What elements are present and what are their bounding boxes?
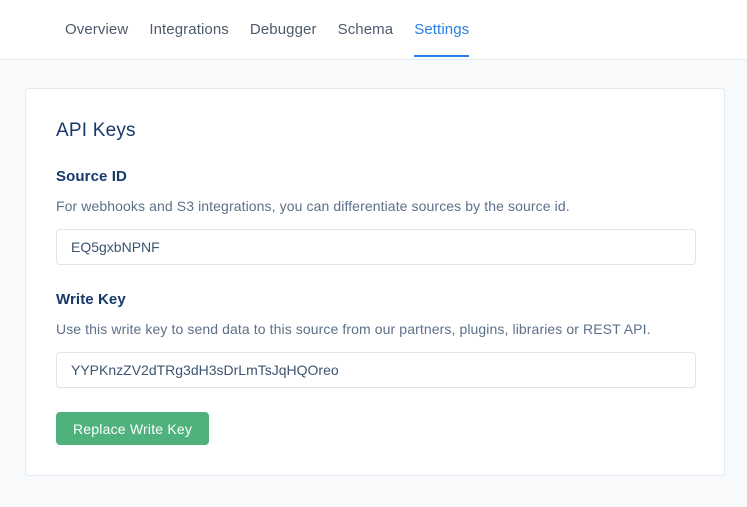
source-id-description: For webhooks and S3 integrations, you ca… (56, 198, 694, 214)
tab-bar: Overview Integrations Debugger Schema Se… (0, 0, 747, 60)
write-key-section: Write Key Use this write key to send dat… (56, 291, 694, 388)
write-key-description: Use this write key to send data to this … (56, 321, 694, 337)
active-tab-underline (414, 55, 469, 57)
source-id-section: Source ID For webhooks and S3 integratio… (56, 168, 694, 265)
tab-debugger-label: Debugger (250, 21, 317, 38)
source-id-label: Source ID (56, 168, 694, 185)
card-title: API Keys (56, 120, 694, 142)
tab-settings[interactable]: Settings (414, 0, 469, 59)
api-keys-card: API Keys Source ID For webhooks and S3 i… (25, 88, 725, 476)
source-tabs: Overview Integrations Debugger Schema Se… (65, 0, 490, 59)
settings-page: API Keys Source ID For webhooks and S3 i… (0, 60, 747, 476)
tab-settings-label: Settings (414, 21, 469, 38)
tab-debugger[interactable]: Debugger (250, 0, 317, 59)
tab-overview[interactable]: Overview (65, 0, 128, 59)
tab-integrations[interactable]: Integrations (149, 0, 229, 59)
tab-schema[interactable]: Schema (338, 0, 394, 59)
tab-schema-label: Schema (338, 21, 394, 38)
tab-overview-label: Overview (65, 21, 128, 38)
source-id-input[interactable] (56, 229, 696, 265)
write-key-input[interactable] (56, 352, 696, 388)
tab-integrations-label: Integrations (149, 21, 229, 38)
replace-write-key-button[interactable]: Replace Write Key (56, 412, 209, 445)
write-key-label: Write Key (56, 291, 694, 308)
